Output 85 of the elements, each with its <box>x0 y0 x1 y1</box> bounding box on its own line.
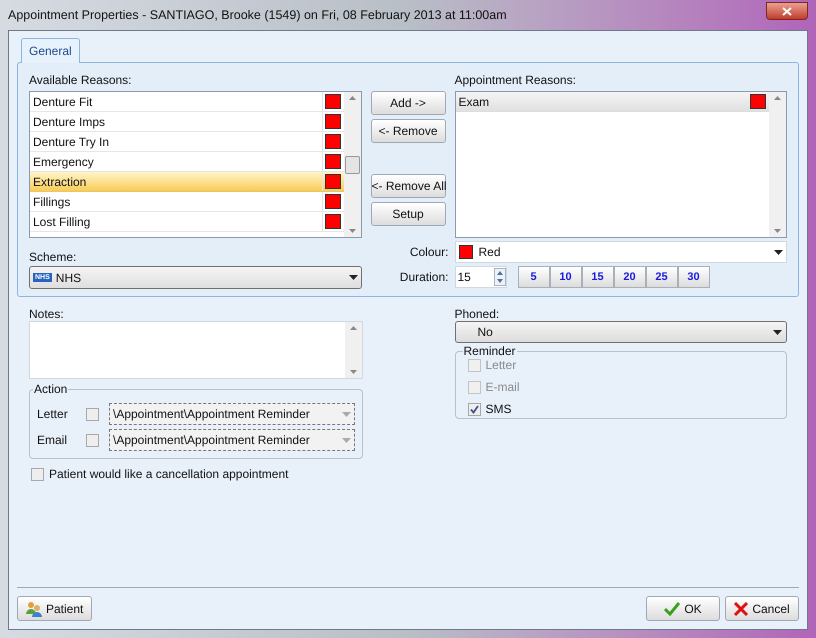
list-item[interactable]: Denture Imps <box>30 112 344 132</box>
template-value: \Appointment\Appointment Reminder <box>113 432 311 449</box>
window-title: Appointment Properties - SANTIAGO, Brooke (1549) on Fri, 08 February 2013 at 11:00am <box>8 6 507 24</box>
phoned-value: No <box>478 324 494 341</box>
dropdown-caret-icon <box>774 250 783 254</box>
reason-name: Lost Filling <box>32 214 92 230</box>
reason-name: Exam <box>458 94 490 110</box>
duration-preset-button[interactable]: 25 <box>646 266 678 288</box>
check-icon <box>470 404 478 414</box>
scheme-value: NHS <box>56 270 82 286</box>
template-value: \Appointment\Appointment Reminder <box>113 406 311 423</box>
appointment-reasons-label: Appointment Reasons: <box>454 72 577 89</box>
duration-preset-button[interactable]: 20 <box>614 266 646 288</box>
notes-field[interactable] <box>29 321 362 379</box>
scroll-up-icon <box>350 326 356 330</box>
duration-preset-button[interactable]: 5 <box>518 266 550 288</box>
reminder-option-label: Letter <box>486 357 516 374</box>
colour-dropdown[interactable]: Red <box>454 241 787 263</box>
reason-name: Extraction <box>32 174 88 190</box>
transfer-button[interactable]: Add -> <box>370 91 446 115</box>
reason-name: Fillings <box>32 194 72 210</box>
scroll-thumb[interactable] <box>344 156 360 174</box>
duration-preset-button[interactable]: 15 <box>582 266 614 288</box>
scrollbar[interactable] <box>344 92 360 237</box>
reason-name: Denture Imps <box>32 114 106 130</box>
list-item[interactable]: Exam <box>456 92 769 112</box>
action-label: Email <box>37 432 68 449</box>
colour-value: Red <box>478 244 502 261</box>
dropdown-caret-icon <box>348 275 358 280</box>
phoned-dropdown[interactable]: No <box>454 321 787 343</box>
transfer-button[interactable]: <- Remove All <box>370 174 446 198</box>
close-icon <box>782 6 792 16</box>
list-item[interactable]: Denture Fit <box>30 92 344 112</box>
close-button[interactable] <box>766 2 808 20</box>
scroll-up-icon <box>774 96 781 100</box>
template-dropdown[interactable]: \Appointment\Appointment Reminder <box>109 429 354 451</box>
transfer-button[interactable]: <- Remove <box>370 119 446 143</box>
appointment-reasons-list[interactable]: Exam <box>454 91 787 238</box>
tab[interactable]: General <box>21 38 80 63</box>
people-icon <box>26 600 42 616</box>
colour-label: Colour: <box>408 244 448 261</box>
reminder-option-label: E-mail <box>486 379 520 396</box>
dropdown-caret-icon <box>342 412 350 416</box>
action-label: Letter <box>37 406 69 423</box>
checkmark-icon <box>664 602 680 616</box>
reason-name: Emergency <box>32 154 95 170</box>
action-group-title: Action <box>33 382 68 396</box>
list-item[interactable]: Lost Filling <box>30 212 344 232</box>
checkbox[interactable] <box>468 402 480 416</box>
cross-icon <box>734 602 748 616</box>
scrollbar[interactable] <box>344 322 362 378</box>
scroll-up-icon <box>348 96 356 100</box>
reminder-option-label: SMS <box>486 401 512 418</box>
reason-name: Denture Fit <box>32 94 94 110</box>
scheme-label: Scheme: <box>29 249 78 266</box>
dropdown-caret-icon <box>773 330 782 334</box>
duration-preset-button[interactable]: 30 <box>678 266 710 288</box>
checkbox[interactable] <box>86 434 99 446</box>
available-reasons-label: Available Reasons: <box>29 72 133 89</box>
duration-label: Duration: <box>398 269 448 286</box>
list-item[interactable]: Fillings <box>30 192 344 212</box>
list-item[interactable]: Denture Try In <box>30 132 344 152</box>
phoned-label: Phoned: <box>454 306 500 321</box>
scroll-down-icon <box>348 229 356 233</box>
duration-spinner[interactable]: 15 <box>454 266 506 288</box>
list-item[interactable]: Extraction <box>30 172 344 192</box>
available-reasons-list[interactable]: Denture Fit Denture Imps Denture Try In Emergency Extraction Fillings Lost Filling <box>29 91 362 238</box>
scrollbar[interactable] <box>769 92 786 237</box>
duration-value: 15 <box>458 269 472 286</box>
transfer-button[interactable]: Setup <box>370 202 446 226</box>
dropdown-caret-icon <box>342 438 350 442</box>
patient-button[interactable]: Patient <box>17 596 92 621</box>
scroll-down-icon <box>774 229 781 233</box>
template-dropdown[interactable]: \Appointment\Appointment Reminder <box>109 403 354 425</box>
cancel-button[interactable]: Cancel <box>725 596 799 621</box>
reminder-group-title: Reminder <box>462 344 517 358</box>
reason-name: Denture Try In <box>32 134 110 150</box>
cancellation-label: Patient would like a cancellation appointment <box>49 466 288 483</box>
scroll-down-icon <box>350 370 356 374</box>
checkbox[interactable] <box>31 468 44 480</box>
duration-preset-button[interactable]: 10 <box>550 266 582 288</box>
checkbox[interactable] <box>86 408 99 420</box>
ok-button[interactable]: OK <box>646 596 720 621</box>
notes-label: Notes: <box>29 306 65 321</box>
spinner-arrows-icon <box>494 268 506 286</box>
